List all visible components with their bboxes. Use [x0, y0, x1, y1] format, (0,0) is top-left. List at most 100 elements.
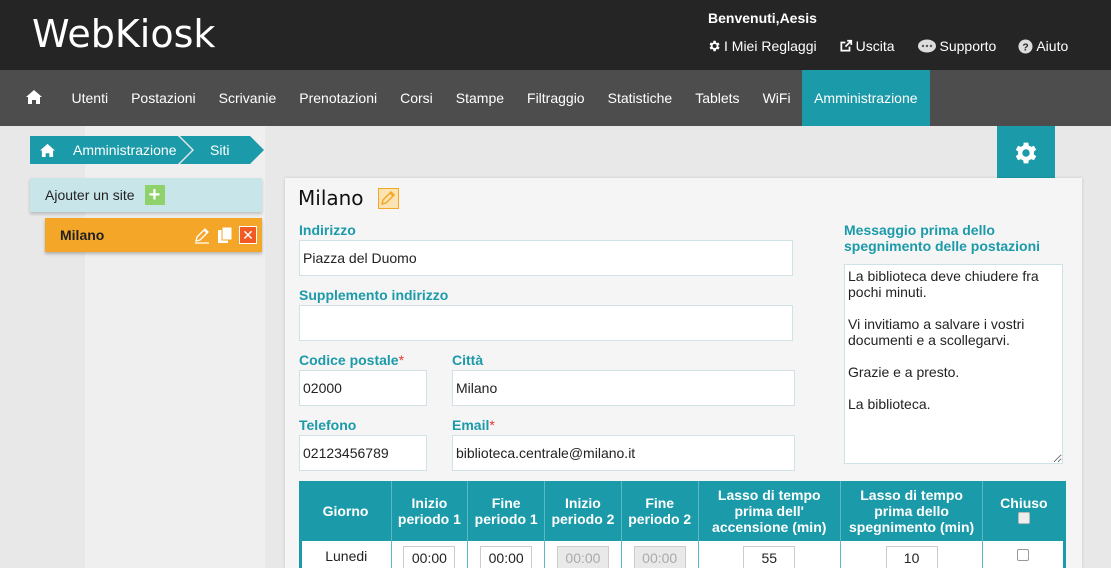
plus-icon: +	[144, 185, 165, 205]
my-settings-label: I Miei Reglaggi	[724, 38, 817, 54]
home-icon	[26, 89, 42, 107]
lasso-accensione-input[interactable]	[743, 546, 796, 568]
nav-prenotazioni[interactable]: Prenotazioni	[288, 70, 389, 126]
nav-corsi[interactable]: Corsi	[389, 70, 445, 126]
help-label: Aiuto	[1036, 38, 1069, 54]
delete-icon[interactable]: ✕	[239, 226, 257, 244]
required-marker: *	[489, 417, 495, 433]
breadcrumb-amministrazione[interactable]: Amministrazione	[30, 136, 194, 164]
edit-icon[interactable]	[377, 187, 399, 209]
breadcrumb-arrow	[178, 136, 192, 164]
header-line: periodo 2	[551, 511, 615, 527]
inizio2-cell	[544, 541, 622, 568]
site-item-milano[interactable]: Milano ✕	[45, 218, 262, 252]
codice-postale-field[interactable]	[299, 370, 427, 406]
my-settings-link[interactable]: I Miei Reglaggi	[707, 38, 817, 54]
breadcrumb-arrow	[250, 136, 264, 164]
messaggio-textarea[interactable]	[844, 264, 1063, 464]
citta-label: Città	[452, 352, 484, 368]
fine2-cell	[621, 541, 699, 568]
supplemento-label: Supplemento indirizzo	[299, 287, 449, 303]
header-line: Lasso di tempo	[860, 487, 963, 503]
site-name-heading: Milano	[298, 186, 364, 210]
lasso-spegnimento-input[interactable]	[885, 546, 938, 568]
svg-text:?: ?	[1023, 42, 1029, 53]
header-line: Inizio	[411, 495, 448, 511]
site-item-label: Milano	[60, 227, 105, 243]
app-logo[interactable]: WebKiosk	[32, 12, 215, 56]
breadcrumb-label: Amministrazione	[73, 142, 177, 158]
site-actions: ✕	[187, 226, 257, 244]
header-line: periodo 1	[397, 511, 461, 527]
header-line: spegnimento (min)	[848, 519, 975, 535]
chiuso-all-checkbox[interactable]	[1017, 512, 1030, 524]
exit-icon	[839, 39, 853, 53]
inizio1-cell	[391, 541, 469, 568]
col-inizio-periodo-1: Inizio periodo 1	[391, 481, 469, 541]
nav-statistiche[interactable]: Statistiche	[596, 70, 684, 126]
nav-home[interactable]	[0, 70, 60, 126]
col-inizio-periodo-2: Inizio periodo 2	[544, 481, 622, 541]
chiuso-checkbox[interactable]	[1017, 549, 1030, 561]
add-site-label: Ajouter un site	[45, 187, 135, 203]
support-label: Supporto	[939, 38, 997, 54]
nav-utenti[interactable]: Utenti	[60, 70, 120, 126]
breadcrumb: Amministrazione Siti	[30, 136, 264, 164]
home-icon	[40, 143, 55, 157]
nav-amministrazione[interactable]: Amministrazione	[802, 70, 930, 126]
nav-stampe[interactable]: Stampe	[444, 70, 515, 126]
col-lasso-accensione: Lasso di tempo prima dell' accensione (min…	[698, 481, 841, 541]
help-link[interactable]: ? Aiuto	[1018, 38, 1068, 54]
fine2-input[interactable]	[633, 546, 686, 568]
breadcrumb-label: Siti	[210, 142, 230, 158]
lasso-sp-cell	[840, 541, 984, 568]
telefono-field[interactable]	[299, 435, 427, 471]
chat-icon	[917, 39, 937, 53]
nav-scrivanie[interactable]: Scrivanie	[207, 70, 288, 126]
supplemento-field[interactable]	[299, 305, 793, 341]
header-links: I Miei Reglaggi Uscita Supporto ? Aiuto	[707, 38, 1068, 54]
citta-field[interactable]	[452, 370, 795, 406]
header-line: Fine	[645, 495, 675, 511]
nav-filtraggio[interactable]: Filtraggio	[516, 70, 597, 126]
col-fine-periodo-2: Fine periodo 2	[621, 481, 699, 541]
add-site-button[interactable]: Ajouter un site +	[30, 178, 262, 212]
copy-icon[interactable]	[217, 226, 233, 244]
header-line: accensione (min)	[712, 519, 827, 535]
header-line: Fine	[491, 495, 521, 511]
support-link[interactable]: Supporto	[917, 38, 997, 54]
main-nav: Utenti Postazioni Scrivanie Prenotazioni…	[0, 70, 1111, 126]
inizio1-input[interactable]	[403, 546, 456, 568]
header-line: prima dello	[874, 503, 949, 519]
logout-label: Uscita	[855, 38, 895, 54]
col-fine-periodo-1: Fine periodo 1	[467, 481, 546, 541]
messaggio-label-line: spegnimento delle postazioni	[844, 238, 1041, 254]
table-row: Lunedi	[299, 541, 1066, 568]
fine1-input[interactable]	[480, 546, 533, 568]
codice-postale-label-text: Codice postale	[299, 352, 399, 368]
required-marker: *	[398, 352, 405, 368]
logout-link[interactable]: Uscita	[839, 38, 895, 54]
messaggio-label-line: Messaggio prima dello	[844, 222, 995, 238]
indirizzo-label: Indirizzo	[299, 222, 356, 238]
indirizzo-field[interactable]	[299, 240, 793, 276]
nav-wifi[interactable]: WiFi	[751, 70, 802, 126]
chiuso-cell	[982, 541, 1066, 568]
header-line: periodo 2	[628, 511, 692, 527]
schedule-table: Giorno Inizio periodo 1 Fine periodo 1 Ini…	[299, 481, 1066, 568]
col-giorno: Giorno	[300, 481, 392, 541]
nav-tablets[interactable]: Tablets	[684, 70, 751, 126]
header-line: prima dell'	[734, 503, 804, 519]
inizio2-input[interactable]	[556, 546, 609, 568]
nav-postazioni[interactable]: Postazioni	[120, 70, 208, 126]
top-header: WebKiosk Benvenuti,Aesis I Miei Reglaggi…	[0, 0, 1111, 70]
header-line: Lasso di tempo	[717, 487, 821, 503]
email-label: Email*	[452, 417, 495, 433]
lasso-acc-cell	[698, 541, 841, 568]
edit-icon[interactable]	[193, 226, 211, 244]
email-field[interactable]	[452, 435, 795, 471]
help-icon: ?	[1018, 38, 1033, 54]
col-lasso-spegnimento: Lasso di tempo prima dello spegnimento (mi…	[840, 481, 984, 541]
col-chiuso: Chiuso	[983, 481, 1065, 541]
welcome-text: Benvenuti,Aesis	[708, 10, 817, 26]
